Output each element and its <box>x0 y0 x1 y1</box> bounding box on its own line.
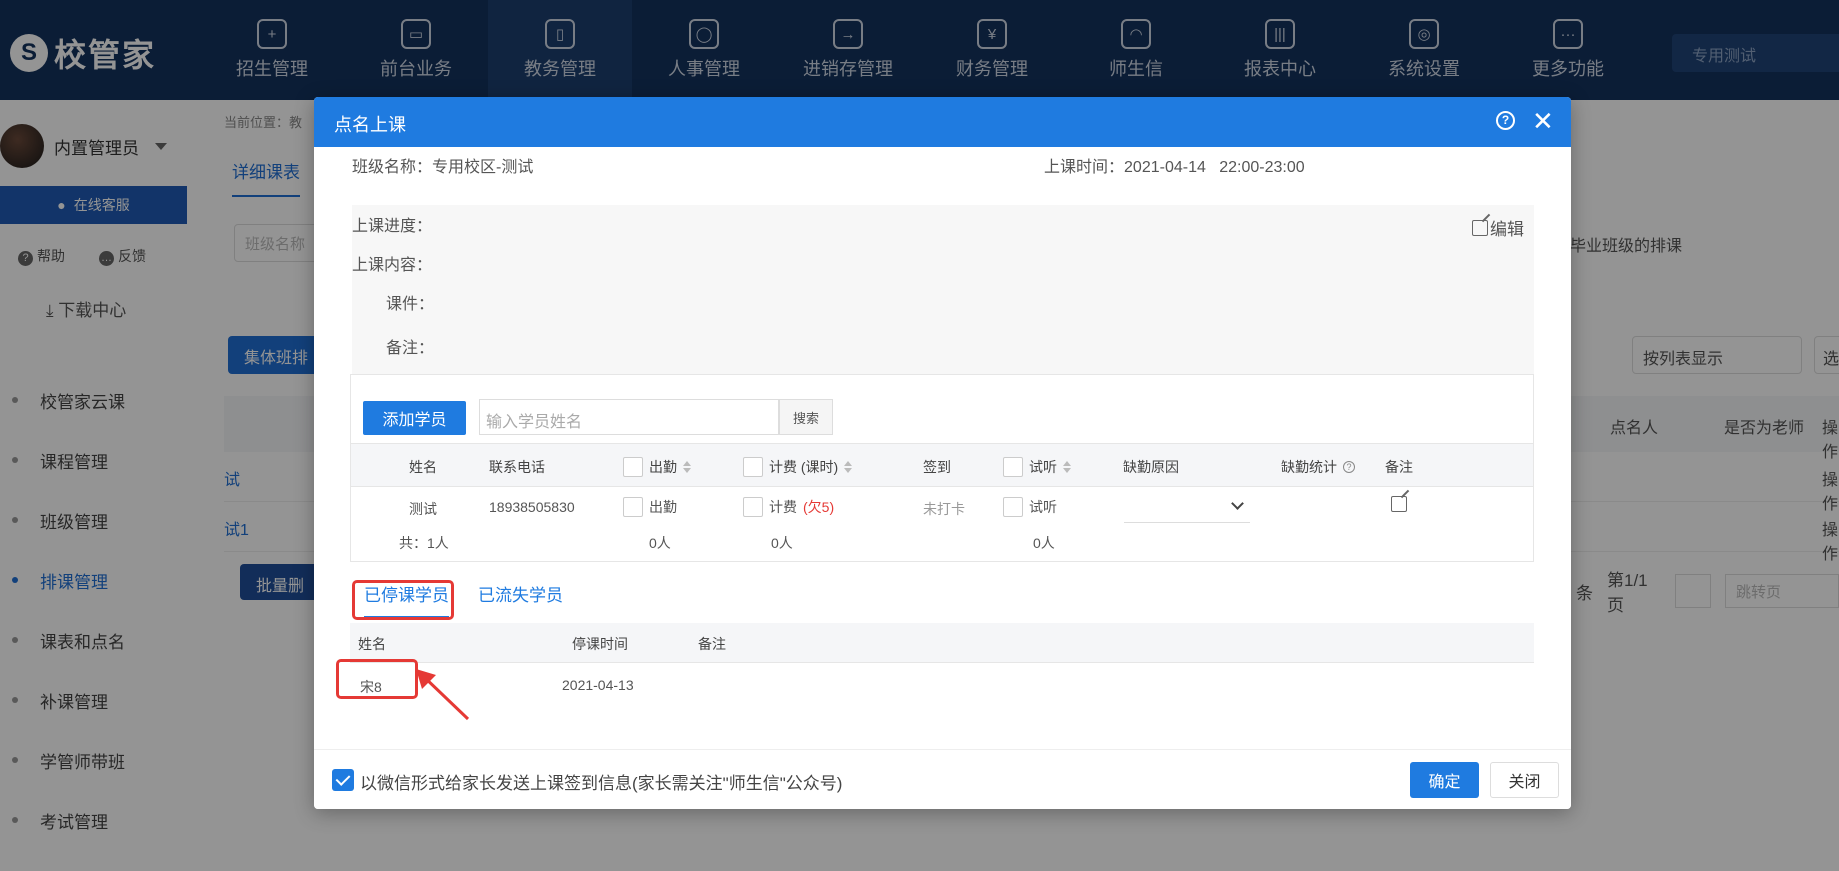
suspended-table-header: 姓名 停课时间 备注 <box>350 623 1534 663</box>
fee-option[interactable]: 计费 (欠5) <box>743 497 834 517</box>
fee-checkbox[interactable] <box>743 497 763 517</box>
sort-icon[interactable] <box>1063 461 1071 473</box>
col-phone-label: 联系电话 <box>489 459 545 475</box>
col-note-label: 备注 <box>1385 459 1413 475</box>
class-time-value: 22:00-23:00 <box>1219 159 1305 176</box>
select-all-trial-checkbox[interactable] <box>1003 457 1023 477</box>
edit-label: 编辑 <box>1490 220 1524 239</box>
student-name-input[interactable]: 输入学员姓名 <box>479 399 779 435</box>
col-name: 姓名 <box>409 457 437 477</box>
close-button[interactable]: 关闭 <box>1490 762 1559 798</box>
class-date-value: 2021-04-14 <box>1124 159 1206 176</box>
attend-option[interactable]: 出勤 <box>623 497 677 517</box>
col-attend-label: 出勤 <box>649 459 677 475</box>
total-count: 共：1人 <box>399 535 449 551</box>
courseware-label: 课件： <box>386 296 435 313</box>
fee-label: 计费 <box>769 499 797 515</box>
tab-lost-students[interactable]: 已流失学员 <box>478 581 563 606</box>
col-fee-label: 计费 (课时) <box>769 459 839 475</box>
chevron-down-icon <box>1231 497 1244 510</box>
col-absence-reason-label: 缺勤原因 <box>1123 459 1179 475</box>
col-name-label: 姓名 <box>409 459 437 475</box>
col-sign-label: 签到 <box>923 459 951 475</box>
highlight-box <box>352 580 454 620</box>
class-name-field: 班级名称：专用校区-测试 <box>352 153 533 177</box>
total-trial: 0人 <box>1033 535 1055 551</box>
student-name: 测试 <box>409 501 437 517</box>
col-phone: 联系电话 <box>489 457 545 477</box>
col-note: 备注 <box>1385 457 1413 477</box>
confirm-button[interactable]: 确定 <box>1410 762 1479 798</box>
total-attend: 0人 <box>649 535 671 551</box>
suspended-student-time: 2021-04-13 <box>562 677 634 693</box>
student-attendance-table: 添加学员 输入学员姓名 搜索 姓名 联系电话 出勤 计费 (课时) 签到 试听 … <box>350 374 1534 562</box>
col-absence-stats: 缺勤统计 ? <box>1281 457 1355 477</box>
annotation-arrow-icon <box>416 669 470 721</box>
col-sign: 签到 <box>923 457 951 477</box>
class-time-label: 上课时间： <box>1044 159 1125 176</box>
remark-label: 备注： <box>386 340 435 357</box>
select-all-fee-checkbox[interactable] <box>743 457 763 477</box>
sort-icon[interactable] <box>844 461 853 473</box>
class-name-label: 班级名称： <box>352 159 433 176</box>
student-table-header: 姓名 联系电话 出勤 计费 (课时) 签到 试听 缺勤原因 缺勤统计 ? 备注 <box>351 443 1533 487</box>
search-button[interactable]: 搜索 <box>779 399 833 435</box>
wechat-notice-checkbox[interactable] <box>332 769 354 791</box>
dialog-header: 点名上课 ? ✕ <box>314 97 1571 147</box>
content-label: 上课内容： <box>352 257 433 274</box>
add-student-button[interactable]: 添加学员 <box>363 401 466 435</box>
sort-icon[interactable] <box>683 461 691 473</box>
info-icon[interactable]: ? <box>1343 461 1355 473</box>
col-absence-stats-label: 缺勤统计 <box>1281 459 1337 475</box>
edit-button[interactable]: 编辑 <box>1472 215 1524 240</box>
dialog-footer: 以微信形式给家长发送上课签到信息(家长需关注"师生信"公众号) 确定 关闭 <box>314 749 1571 809</box>
edit-icon <box>1472 219 1488 236</box>
attend-label: 出勤 <box>649 499 677 515</box>
trial-option[interactable]: 试听 <box>1003 497 1057 517</box>
class-time-field: 上课时间：2021-04-14 22:00-23:00 <box>1044 153 1305 177</box>
absence-reason-select[interactable] <box>1124 493 1250 523</box>
col-stop-name: 姓名 <box>358 636 386 652</box>
owe-badge: (欠5) <box>803 499 835 515</box>
col-stop-note: 备注 <box>698 636 726 652</box>
progress-label: 上课进度： <box>352 218 433 235</box>
wechat-notice-label[interactable]: 以微信形式给家长发送上课签到信息(家长需关注"师生信"公众号) <box>360 769 842 794</box>
edit-note-icon[interactable] <box>1391 496 1407 512</box>
help-icon[interactable]: ? <box>1496 111 1515 130</box>
sign-status: 未打卡 <box>923 501 965 517</box>
trial-checkbox[interactable] <box>1003 497 1023 517</box>
student-phone: 18938505830 <box>489 499 575 515</box>
select-all-attend-checkbox[interactable] <box>623 457 643 477</box>
dialog-title: 点名上课 <box>334 115 406 135</box>
col-stop-time: 停课时间 <box>572 636 628 652</box>
col-attend: 出勤 <box>623 457 691 477</box>
roll-call-dialog: 点名上课 ? ✕ 班级名称：专用校区-测试 上课时间：2021-04-14 22… <box>314 97 1571 809</box>
col-trial: 试听 <box>1003 457 1071 477</box>
col-trial-label: 试听 <box>1029 459 1057 475</box>
attend-checkbox[interactable] <box>623 497 643 517</box>
trial-label: 试听 <box>1029 499 1057 515</box>
class-name-value: 专用校区-测试 <box>432 159 534 176</box>
close-icon[interactable]: ✕ <box>1532 106 1554 136</box>
total-fee: 0人 <box>771 535 793 551</box>
highlight-box <box>336 659 418 699</box>
col-absence-reason: 缺勤原因 <box>1123 457 1179 477</box>
col-fee: 计费 (课时) <box>743 457 853 477</box>
